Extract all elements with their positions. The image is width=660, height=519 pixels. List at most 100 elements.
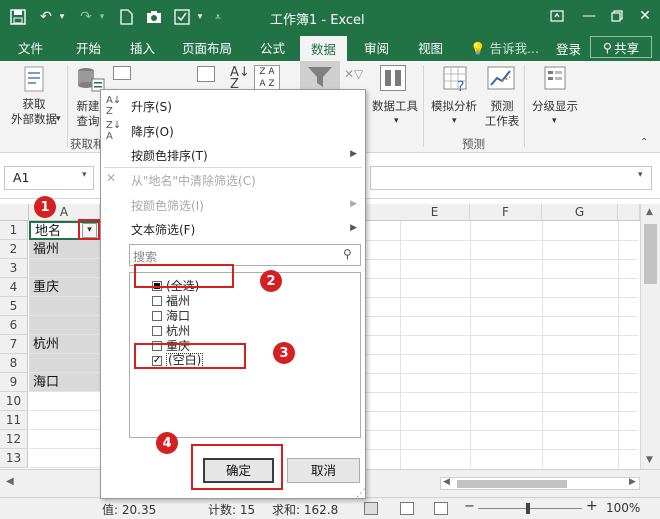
outline-button[interactable]: 分级显示 — [528, 99, 582, 114]
cell-a11[interactable] — [29, 411, 100, 430]
column-header-e[interactable]: E — [400, 204, 470, 221]
show-queries-icon[interactable] — [113, 66, 131, 80]
cell-a7[interactable]: 杭州 — [29, 335, 100, 354]
close-icon[interactable]: ✕ — [634, 6, 656, 26]
hscroll-thumb[interactable] — [457, 480, 567, 488]
resize-grip-icon[interactable]: ⋰ — [356, 488, 366, 499]
ribbon-options-icon[interactable] — [546, 6, 568, 26]
cell-a12[interactable] — [29, 430, 100, 449]
what-if-dropdown-icon[interactable]: ▾ — [452, 114, 457, 129]
column-header-g[interactable]: G — [542, 204, 618, 221]
minimize-icon[interactable]: — — [578, 6, 600, 26]
new-query-button[interactable]: 新建 查询 — [74, 99, 102, 129]
list-item-hangzhou[interactable]: 杭州 — [152, 323, 190, 338]
data-tools-button[interactable]: 数据工具 — [370, 99, 420, 114]
new-file-icon[interactable] — [116, 7, 136, 27]
horizontal-scrollbar[interactable]: ◀ ▶ — [440, 477, 640, 490]
form-dropdown-icon[interactable]: ▾ — [190, 7, 210, 27]
cell-a10[interactable] — [29, 392, 100, 411]
tab-view[interactable]: 视图 — [418, 38, 443, 57]
get-external-dropdown-icon[interactable]: ▾ — [56, 112, 61, 127]
normal-view-icon[interactable] — [364, 502, 378, 515]
clear-filter-icon[interactable]: ✕▽ — [344, 67, 363, 81]
row-header[interactable]: 8 — [0, 354, 28, 373]
undo-dropdown-icon[interactable]: ▾ — [52, 7, 72, 27]
row-header[interactable]: 12 — [0, 430, 28, 449]
qat-more-icon[interactable]: ⩡ — [208, 7, 228, 27]
sort-az-small-icon[interactable]: A↓ Z — [230, 66, 250, 91]
scroll-up-icon[interactable]: ▲ — [646, 207, 653, 217]
expand-formula-icon[interactable]: ▾ — [638, 170, 643, 180]
list-item-fuzhou[interactable]: 福州 — [152, 293, 190, 308]
cell-a6[interactable] — [29, 316, 100, 335]
login-link[interactable]: 登录 — [556, 39, 581, 58]
refresh-icon[interactable] — [197, 66, 215, 82]
forecast-sheet-button[interactable]: 预测 工作表 — [482, 99, 522, 129]
save-icon[interactable] — [8, 7, 28, 27]
tell-me-box[interactable]: 💡 告诉我... — [470, 38, 539, 57]
column-header-h[interactable] — [618, 204, 640, 221]
menu-item-clear-filter[interactable]: 从"地名"中清除筛选(C) — [131, 172, 256, 189]
scroll-left-icon[interactable]: ◀ — [443, 477, 450, 487]
cancel-button[interactable]: 取消 — [287, 458, 360, 483]
forecast-sheet-icon[interactable] — [487, 65, 515, 93]
cell-a9[interactable]: 海口 — [29, 373, 100, 392]
list-item-haikou[interactable]: 海口 — [152, 308, 190, 323]
select-all-corner[interactable] — [0, 204, 29, 221]
outline-icon[interactable] — [542, 65, 568, 91]
row-header[interactable]: 9 — [0, 373, 28, 392]
row-header[interactable]: 11 — [0, 411, 28, 430]
name-box[interactable]: A1 — [4, 166, 94, 190]
outline-dropdown-icon[interactable]: ▾ — [552, 114, 557, 129]
row-header[interactable]: 3 — [0, 259, 28, 278]
tab-review[interactable]: 审阅 — [364, 38, 389, 57]
data-tools-icon[interactable] — [380, 65, 406, 91]
checkbox-hangzhou[interactable] — [152, 325, 162, 336]
checkbox-fuzhou[interactable] — [152, 295, 162, 306]
data-tools-dropdown-icon[interactable]: ▾ — [394, 114, 399, 129]
tab-page-layout[interactable]: 页面布局 — [182, 38, 232, 57]
row-header[interactable]: 6 — [0, 316, 28, 335]
tab-data[interactable]: 数据 — [300, 36, 348, 61]
menu-item-sort-by-color[interactable]: 按颜色排序(T) — [131, 147, 208, 164]
zoom-out-icon[interactable]: − — [464, 499, 475, 514]
get-external-data-icon[interactable] — [20, 65, 48, 93]
tab-file[interactable]: 文件 — [18, 38, 43, 57]
scroll-right-icon[interactable]: ▶ — [629, 477, 636, 487]
menu-item-filter-by-color[interactable]: 按颜色筛选(I) — [131, 197, 204, 214]
cell-a4[interactable]: 重庆 — [29, 278, 100, 297]
row-header[interactable]: 2 — [0, 240, 28, 259]
share-button[interactable]: ⚲ 共享 — [590, 36, 652, 58]
sheet-nav-prev-icon[interactable]: ◀ — [6, 476, 14, 487]
page-layout-view-icon[interactable] — [400, 502, 414, 515]
tab-insert[interactable]: 插入 — [130, 38, 155, 57]
menu-item-sort-ascending[interactable]: 升序(S) — [131, 98, 172, 115]
cell-a3[interactable] — [29, 259, 100, 278]
row-header[interactable]: 1 — [0, 221, 28, 240]
restore-icon[interactable] — [606, 6, 628, 26]
sort-icon[interactable]: Z AA Z — [254, 65, 280, 91]
zoom-slider-thumb[interactable] — [526, 503, 530, 514]
menu-item-sort-descending[interactable]: 降序(O) — [131, 123, 174, 140]
row-header[interactable]: 5 — [0, 297, 28, 316]
cell-a13[interactable] — [29, 449, 100, 468]
row-header[interactable]: 4 — [0, 278, 28, 297]
vertical-scrollbar[interactable]: ▲ ▼ — [640, 204, 660, 469]
tab-home[interactable]: 开始 — [76, 38, 101, 57]
tab-formulas[interactable]: 公式 — [260, 38, 285, 57]
zoom-in-icon[interactable]: + — [586, 498, 598, 514]
filter-funnel-icon[interactable] — [300, 61, 340, 91]
checkbox-haikou[interactable] — [152, 310, 162, 321]
formula-input[interactable] — [370, 166, 652, 190]
page-break-view-icon[interactable] — [434, 502, 448, 515]
column-header-f[interactable]: F — [470, 204, 542, 221]
cell-a2[interactable]: 福州 — [29, 240, 100, 259]
menu-item-text-filter[interactable]: 文本筛选(F) — [131, 221, 195, 238]
row-header[interactable]: 13 — [0, 449, 28, 468]
form-icon[interactable] — [172, 7, 192, 27]
zoom-slider[interactable] — [478, 508, 582, 509]
cell-a5[interactable] — [29, 297, 100, 316]
row-header[interactable]: 10 — [0, 392, 28, 411]
scrollbar-thumb[interactable] — [644, 224, 657, 284]
filter-search-input[interactable]: 搜索 — [129, 244, 361, 266]
